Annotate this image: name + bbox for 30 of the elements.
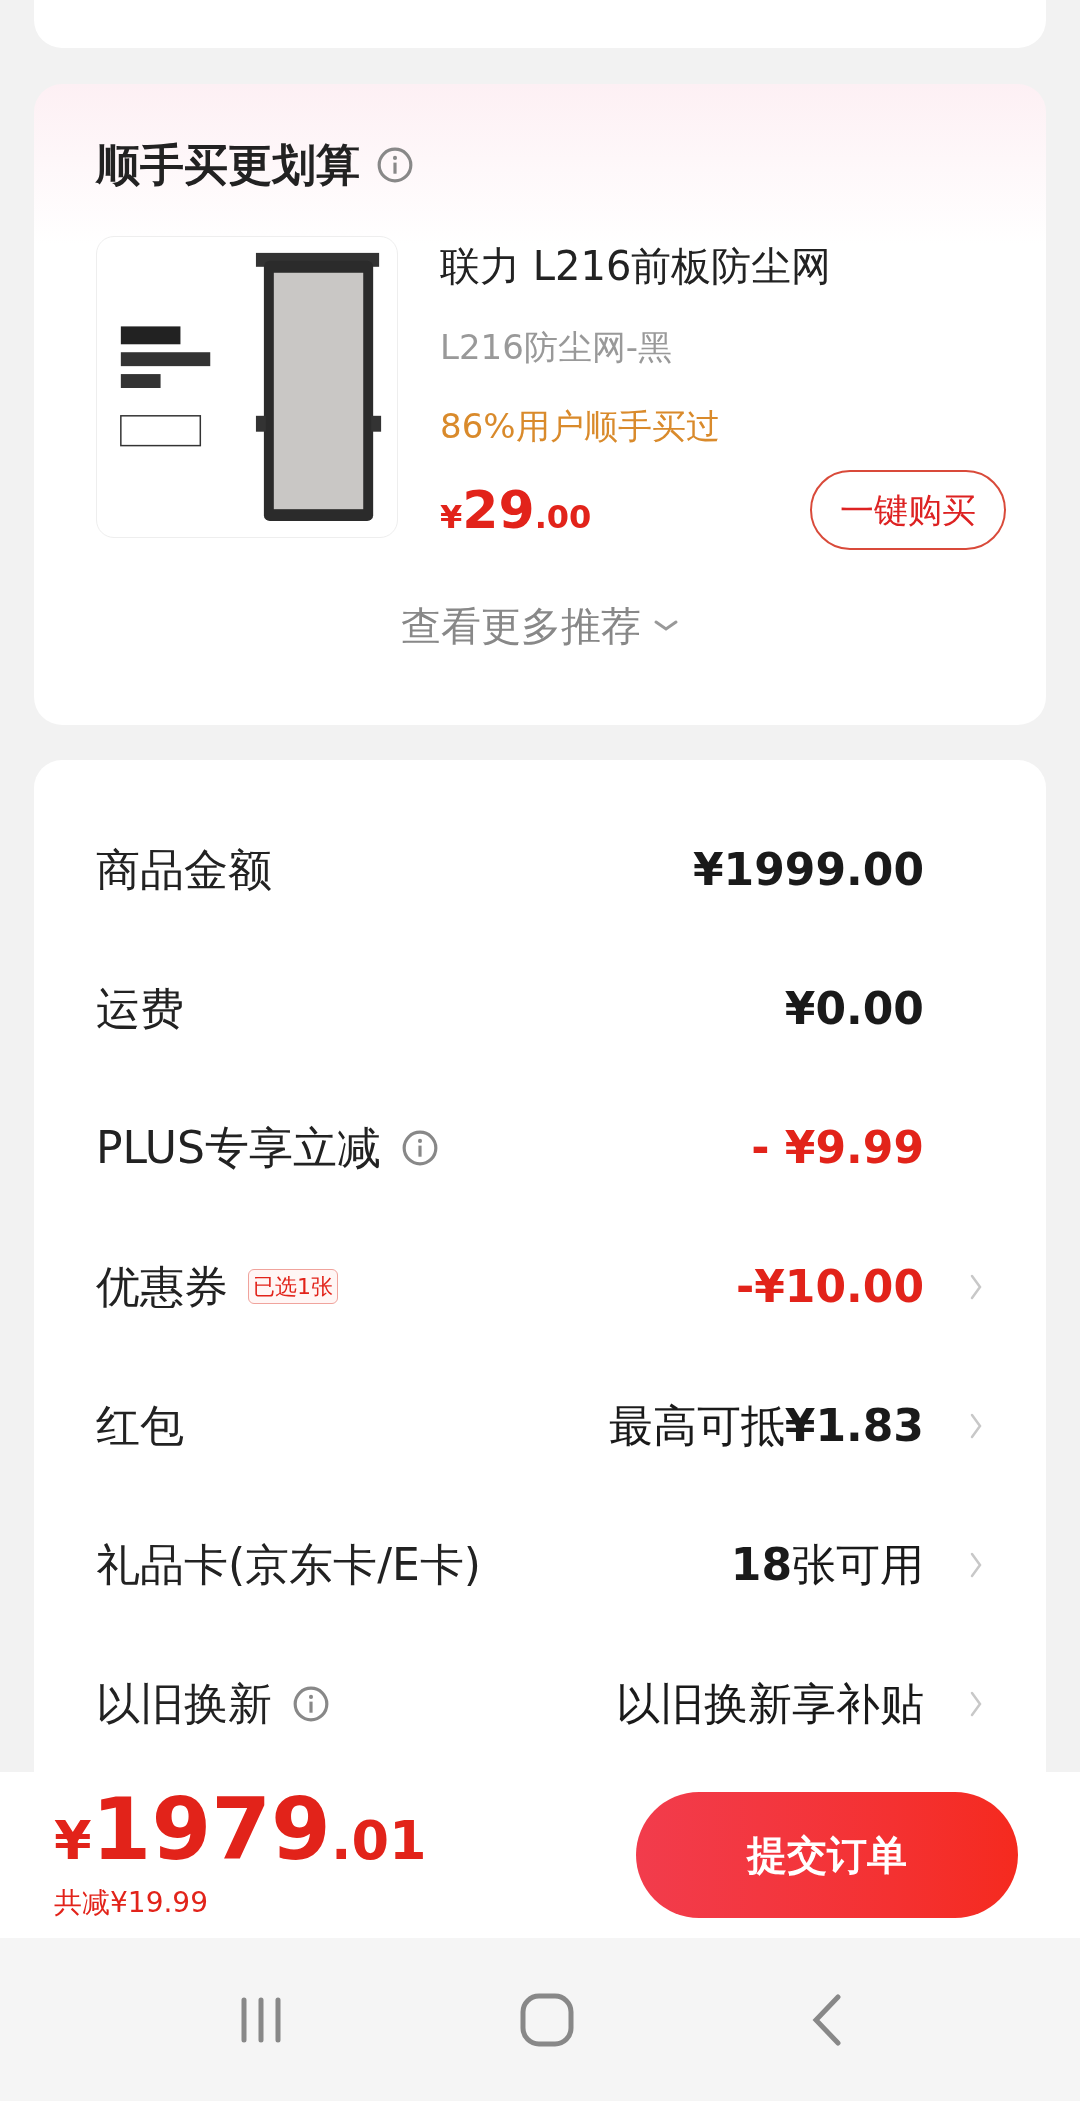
product-name[interactable]: 联力 L216前板防尘网 — [440, 242, 984, 290]
buy-now-button[interactable]: 一键购买 — [810, 470, 1006, 550]
row-label: PLUS专享立减 — [96, 1120, 381, 1175]
row-label: 红包 — [96, 1398, 184, 1453]
row-label: 以旧换新 — [96, 1676, 272, 1731]
row-value[interactable]: 最高可抵¥1.83 — [608, 1392, 924, 1459]
product-variant: L216防尘网-黑 — [440, 326, 674, 369]
submit-order-button[interactable]: 提交订单 — [636, 1792, 1018, 1918]
row-value[interactable]: -¥10.00 — [735, 1253, 924, 1320]
row-value[interactable]: 以旧换新享补贴 — [616, 1670, 924, 1737]
more-recommendations-link[interactable]: 查看更多推荐 — [401, 596, 641, 656]
product-price: ¥29.00 — [440, 479, 592, 542]
home-icon[interactable] — [519, 1991, 575, 2048]
total-discount: 共减¥19.99 — [54, 1885, 209, 1921]
chevron-down-icon — [653, 619, 679, 633]
row-label: 商品金额 — [96, 842, 272, 897]
row-value: - ¥9.99 — [751, 1120, 924, 1175]
row-value: ¥1999.00 — [692, 842, 924, 897]
info-icon[interactable] — [292, 1684, 330, 1723]
info-icon[interactable] — [401, 1128, 439, 1167]
total-price: ¥1979.01 — [54, 1786, 427, 1872]
row-label: 优惠券 — [96, 1259, 228, 1314]
section-title: 顺手买更划算 — [96, 138, 360, 192]
purchase-stat: 86%用户顺手买过 — [440, 405, 721, 448]
row-value: ¥0.00 — [784, 981, 924, 1036]
row-label: 运费 — [96, 981, 184, 1036]
selected-tag: 已选1张 — [248, 1269, 338, 1304]
row-label: 礼品卡(京东卡/E卡) — [96, 1537, 481, 1592]
row-value[interactable]: 18张可用 — [730, 1531, 924, 1598]
info-icon[interactable] — [376, 146, 414, 184]
